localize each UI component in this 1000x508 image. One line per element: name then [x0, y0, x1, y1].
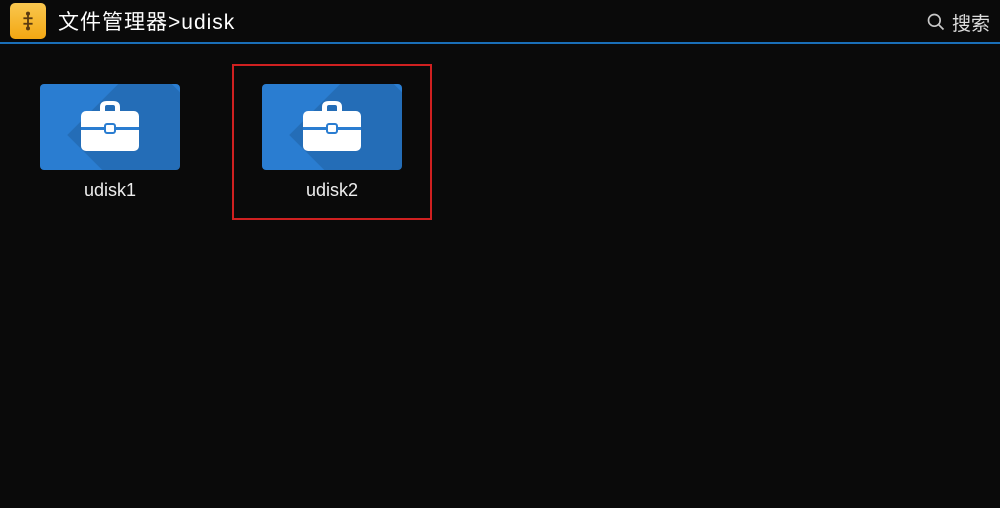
content-area: udisk1 udisk2	[0, 44, 1000, 240]
briefcase-icon	[297, 99, 367, 155]
breadcrumb[interactable]: 文件管理器>udisk	[58, 6, 235, 36]
search-button[interactable]: 搜索	[926, 0, 990, 44]
app-icon	[10, 3, 46, 39]
disk-item-udisk1[interactable]: udisk1	[10, 64, 210, 220]
zip-icon	[17, 10, 39, 32]
briefcase-icon	[75, 99, 145, 155]
disk-folder-icon	[262, 84, 402, 170]
disk-item-label: udisk1	[84, 180, 136, 201]
disk-item-udisk2[interactable]: udisk2	[232, 64, 432, 220]
search-icon	[926, 12, 946, 32]
disk-item-label: udisk2	[306, 180, 358, 201]
header-bar: 文件管理器>udisk 搜索	[0, 0, 1000, 44]
search-label: 搜索	[952, 9, 990, 36]
disk-folder-icon	[40, 84, 180, 170]
